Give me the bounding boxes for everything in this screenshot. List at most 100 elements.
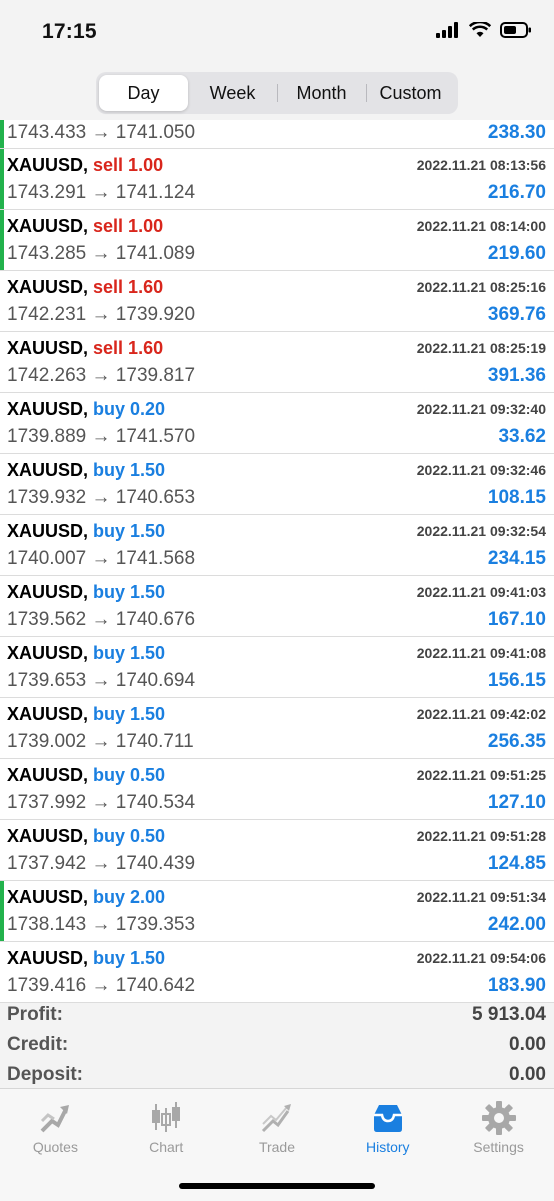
deal-type: buy 2.00 (93, 887, 166, 907)
wifi-icon (469, 22, 491, 37)
symbol-name: XAUUSD, (7, 826, 89, 846)
deal-type: buy 1.50 (93, 948, 166, 968)
tab-custom[interactable]: Custom (366, 75, 455, 111)
deal-profit: 216.70 (487, 182, 546, 203)
deal-symbol: XAUUSD, buy 0.50 (7, 765, 165, 786)
deal-profit: 108.15 (487, 487, 546, 508)
tab-week[interactable]: Week (188, 75, 277, 111)
deal-time: 2022.11.21 08:14:00 (416, 218, 546, 234)
list-item[interactable]: XAUUSD, buy 0.20 2022.11.21 09:32:40 1739.… (0, 393, 554, 454)
summary-value: 0.00 (509, 1064, 546, 1085)
deal-type: sell 1.60 (93, 338, 164, 358)
deal-profit: 234.15 (487, 548, 546, 569)
cellular-signal-icon (436, 22, 458, 38)
list-item[interactable]: XAUUSD, buy 1.50 2022.11.21 09:41:08 1739.… (0, 637, 554, 698)
deal-prices: 1739.889 → 1741.570 (7, 426, 196, 447)
deal-type: buy 1.50 (93, 582, 166, 602)
deal-symbol: XAUUSD, buy 1.50 (7, 582, 165, 603)
tab-day[interactable]: Day (99, 75, 188, 111)
summary-value: 5 913.04 (472, 1004, 546, 1025)
deal-prices: 1739.932 → 1740.653 (7, 487, 196, 508)
symbol-name: XAUUSD, (7, 643, 89, 663)
deal-profit: 167.10 (487, 609, 546, 630)
deal-profit: 256.35 (487, 731, 546, 752)
deal-profit: 219.60 (487, 243, 546, 264)
deal-symbol: XAUUSD, sell 1.60 (7, 277, 163, 298)
deal-type: buy 0.50 (93, 765, 166, 785)
deal-prices: 1740.007 → 1741.568 (7, 548, 196, 569)
tab-settings[interactable]: Settings (443, 1089, 554, 1201)
tab-quotes[interactable]: Quotes (0, 1089, 111, 1201)
deal-profit: 391.36 (487, 365, 546, 386)
status-icons (436, 22, 532, 38)
deal-time: 2022.11.21 09:32:54 (416, 523, 546, 539)
status-time: 17:15 (42, 20, 97, 43)
deal-profit: 156.15 (487, 670, 546, 691)
deal-symbol: XAUUSD, sell 1.00 (7, 216, 163, 237)
list-item[interactable]: XAUUSD, buy 0.50 2022.11.21 09:51:25 1737.… (0, 759, 554, 820)
tab-label: Settings (473, 1139, 524, 1155)
summary-row: Profit: 5 913.04 (0, 1000, 554, 1030)
list-item[interactable]: XAUUSD, sell 1.60 2022.11.21 08:25:19 1742… (0, 332, 554, 393)
deal-symbol: XAUUSD, buy 1.50 (7, 521, 165, 542)
symbol-name: XAUUSD, (7, 155, 89, 175)
home-indicator (179, 1183, 375, 1189)
deal-time: 2022.11.21 08:13:56 (416, 157, 546, 173)
deal-prices: 1739.653 → 1740.694 (7, 670, 196, 691)
list-item[interactable]: XAUUSD, buy 0.50 2022.11.21 09:51:28 1737.… (0, 820, 554, 881)
deal-type: sell 1.60 (93, 277, 164, 297)
deal-profit: 33.62 (498, 426, 546, 447)
symbol-name: XAUUSD, (7, 704, 89, 724)
deal-time: 2022.11.21 09:51:25 (416, 767, 546, 783)
tab-label: Chart (149, 1139, 184, 1155)
list-item[interactable]: XAUUSD, buy 1.50 2022.11.21 09:32:54 1740.… (0, 515, 554, 576)
summary: Profit: 5 913.04 Credit: 0.00 Deposit: 0.00 (0, 1000, 554, 1090)
deal-list: 1743.433 → 1741.050 238.30 XAUUSD, sell … (0, 120, 554, 1003)
symbol-name: XAUUSD, (7, 277, 89, 297)
deal-symbol: XAUUSD, buy 1.50 (7, 643, 165, 664)
summary-label: Profit: (7, 1004, 63, 1025)
list-item[interactable]: XAUUSD, buy 1.50 2022.11.21 09:42:02 1739.… (0, 698, 554, 759)
symbol-name: XAUUSD, (7, 460, 89, 480)
deal-time: 2022.11.21 08:25:16 (416, 279, 546, 295)
deal-symbol: XAUUSD, buy 1.50 (7, 704, 165, 725)
summary-label: Credit: (7, 1034, 69, 1055)
history-icon (369, 1099, 407, 1137)
deal-prices: 1738.143 → 1739.353 (7, 914, 196, 935)
deal-profit: 242.00 (487, 914, 546, 935)
list-item[interactable]: XAUUSD, buy 2.00 2022.11.21 09:51:34 1738.… (0, 881, 554, 942)
deal-time: 2022.11.21 09:41:08 (416, 645, 546, 661)
deal-type: sell 1.00 (93, 155, 164, 175)
list-item[interactable]: XAUUSD, buy 1.50 2022.11.21 09:32:46 1739.… (0, 454, 554, 515)
settings-icon (480, 1099, 518, 1137)
deal-symbol: XAUUSD, buy 2.00 (7, 887, 165, 908)
deal-profit: 238.30 (487, 122, 546, 143)
tab-month[interactable]: Month (277, 75, 366, 111)
deal-symbol: XAUUSD, buy 0.20 (7, 399, 165, 420)
deal-profit: 183.90 (487, 975, 546, 996)
list-item[interactable]: 1743.433 → 1741.050 238.30 (0, 120, 554, 149)
deal-profit: 127.10 (487, 792, 546, 813)
deal-time: 2022.11.21 09:51:34 (416, 889, 546, 905)
deal-type: sell 1.00 (93, 216, 164, 236)
deal-type: buy 0.50 (93, 826, 166, 846)
deal-type: buy 1.50 (93, 521, 166, 541)
deal-prices: 1739.002 → 1740.711 (7, 731, 194, 752)
symbol-name: XAUUSD, (7, 338, 89, 358)
list-item[interactable]: XAUUSD, buy 1.50 2022.11.21 09:41:03 1739.… (0, 576, 554, 637)
list-item[interactable]: XAUUSD, buy 1.50 2022.11.21 09:54:06 1739.… (0, 942, 554, 1003)
quotes-icon (36, 1099, 74, 1137)
chart-icon (147, 1099, 185, 1137)
symbol-name: XAUUSD, (7, 399, 89, 419)
list-item[interactable]: XAUUSD, sell 1.00 2022.11.21 08:14:00 1743… (0, 210, 554, 271)
list-item[interactable]: XAUUSD, sell 1.00 2022.11.21 08:13:56 1743… (0, 149, 554, 210)
deal-time: 2022.11.21 09:54:06 (416, 950, 546, 966)
deal-prices: 1742.263 → 1739.817 (7, 365, 196, 386)
list-item[interactable]: XAUUSD, sell 1.60 2022.11.21 08:25:16 1742… (0, 271, 554, 332)
symbol-name: XAUUSD, (7, 521, 89, 541)
deal-prices: 1742.231 → 1739.920 (7, 304, 196, 325)
period-selector: Day Week Month Custom (96, 72, 458, 114)
tab-label: Trade (258, 1139, 296, 1155)
deal-symbol: XAUUSD, buy 1.50 (7, 948, 165, 969)
battery-icon (500, 22, 531, 38)
